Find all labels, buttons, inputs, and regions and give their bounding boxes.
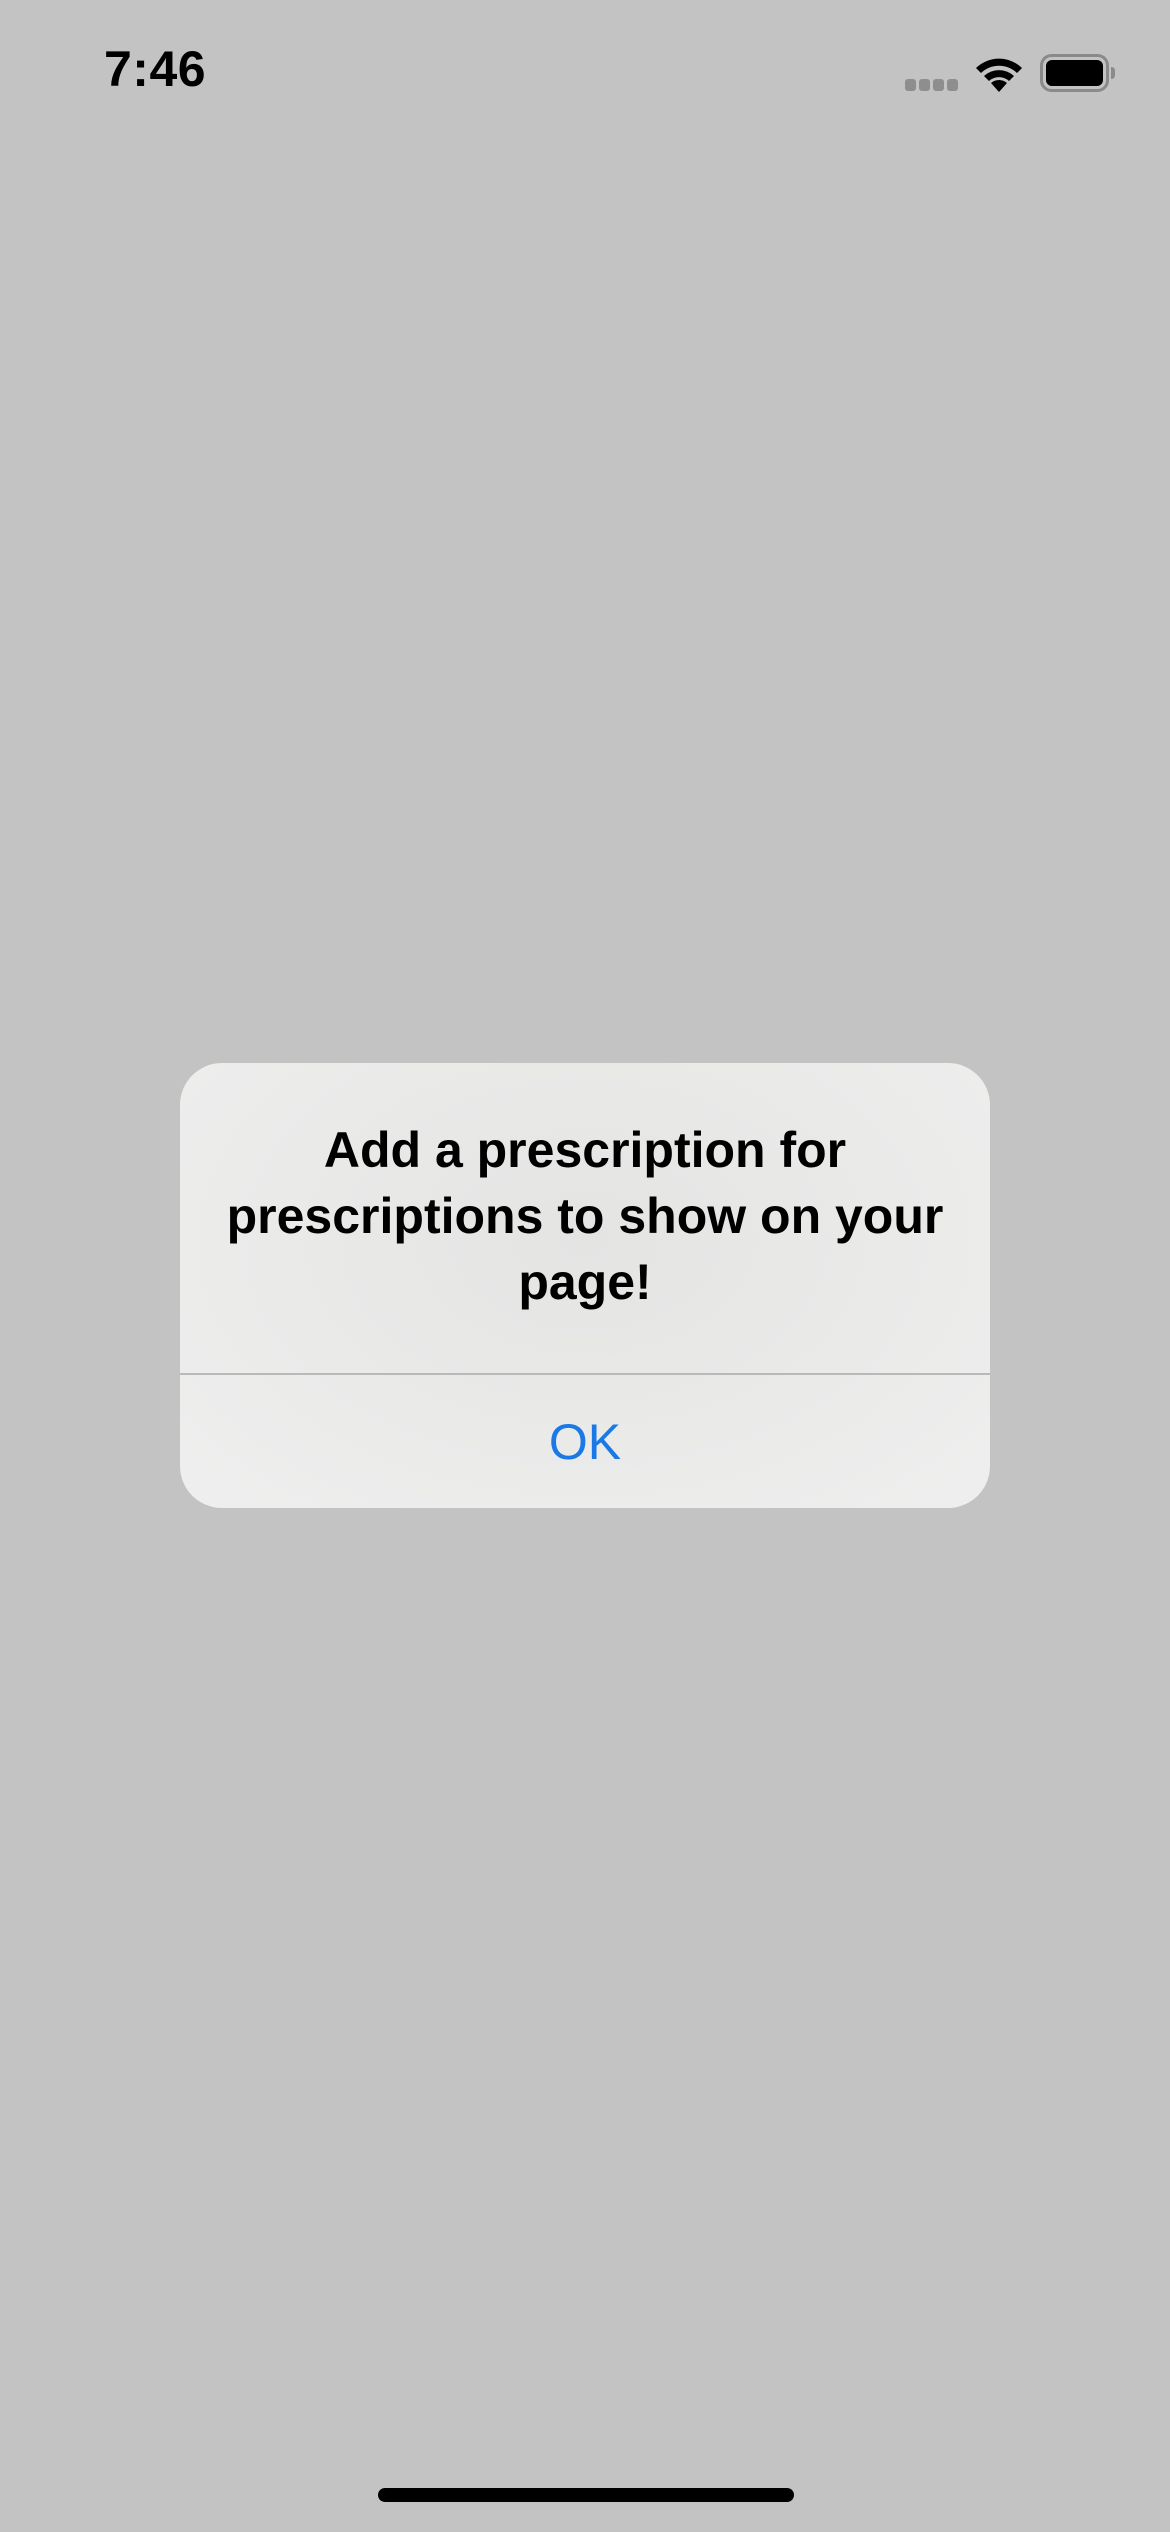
wifi-icon: [976, 58, 1022, 92]
cellular-icon: [905, 79, 958, 91]
battery-icon: [1040, 54, 1115, 92]
home-indicator[interactable]: [378, 2488, 794, 2502]
alert-dialog: Add a prescription for prescriptions to …: [180, 1063, 990, 1508]
ok-button-label: OK: [548, 1413, 622, 1470]
ok-button[interactable]: OK: [180, 1375, 990, 1508]
status-time: 7:46: [104, 41, 207, 97]
alert-message: Add a prescription for prescriptions to …: [226, 1122, 944, 1310]
screen: 7:46 Add a prescription for prescription…: [0, 0, 1170, 2532]
status-bar: 7:46: [0, 0, 1170, 150]
